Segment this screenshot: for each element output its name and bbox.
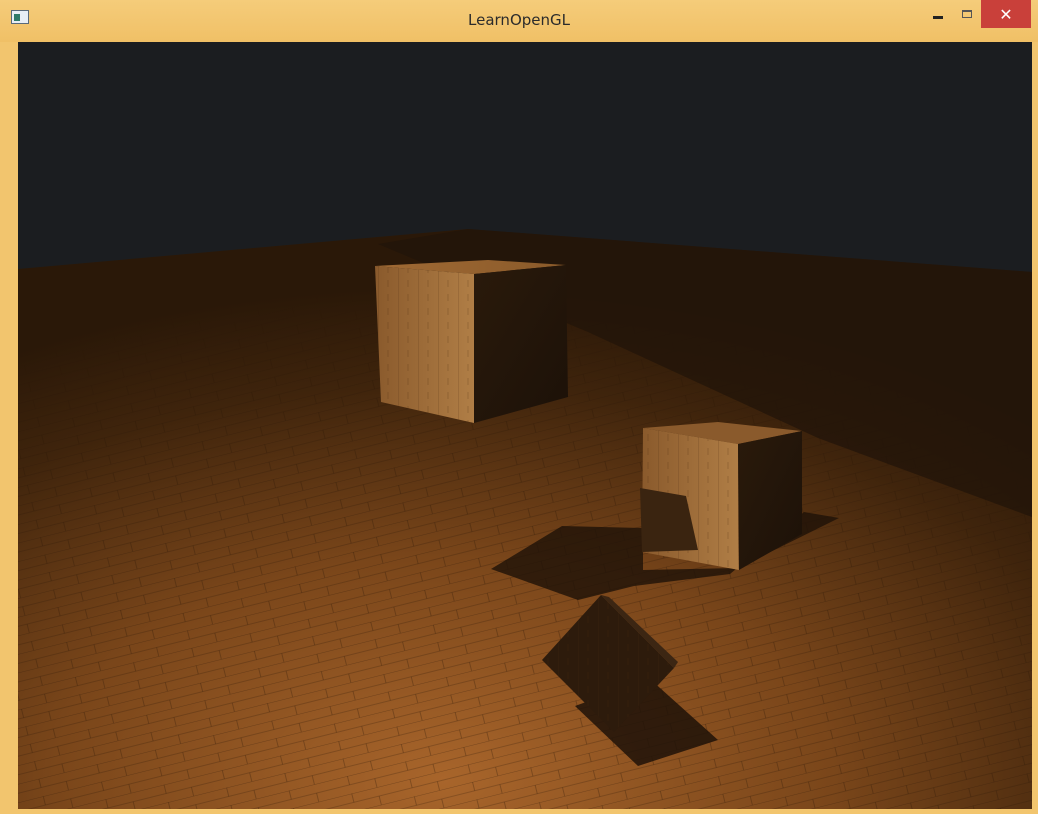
app-window: LearnOpenGL ✕ xyxy=(0,0,1038,814)
close-icon: ✕ xyxy=(999,4,1013,24)
cube-back xyxy=(375,260,568,423)
maximize-button[interactable] xyxy=(953,0,981,28)
cube-right xyxy=(640,422,802,570)
title-bar[interactable]: LearnOpenGL ✕ xyxy=(0,0,1038,42)
maximize-icon xyxy=(962,10,972,18)
minimize-button[interactable] xyxy=(923,0,953,28)
scene-canvas xyxy=(18,229,1032,809)
window-title: LearnOpenGL xyxy=(468,11,570,29)
minimize-icon xyxy=(933,15,943,19)
opengl-viewport[interactable] xyxy=(18,42,1032,809)
close-button[interactable]: ✕ xyxy=(981,0,1031,28)
